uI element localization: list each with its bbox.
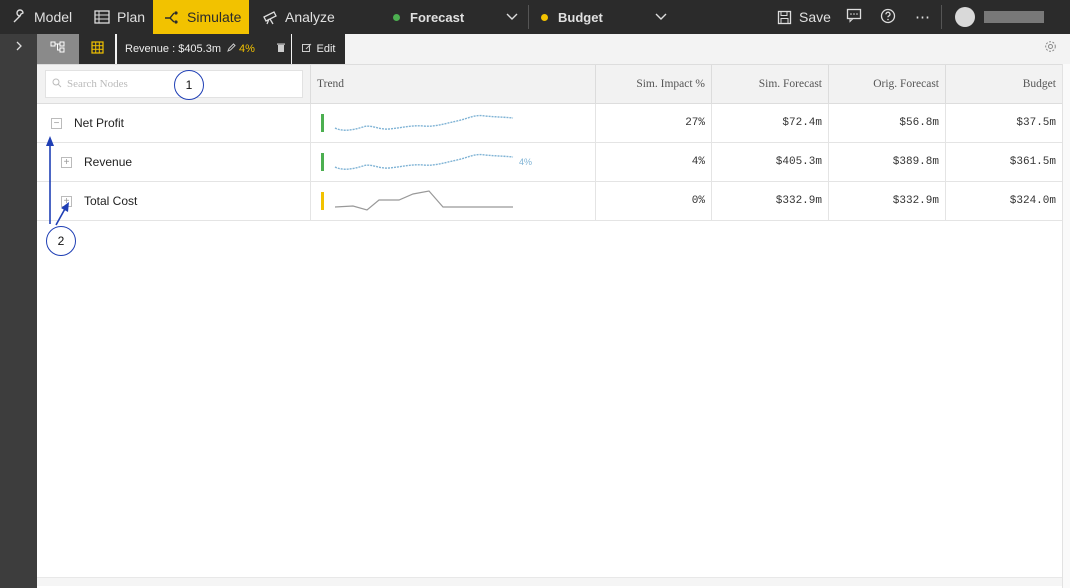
annotation-arrow [46, 136, 69, 226]
annotation-marker-1: 1 [174, 70, 204, 100]
annotation-marker-2: 2 [46, 226, 76, 256]
